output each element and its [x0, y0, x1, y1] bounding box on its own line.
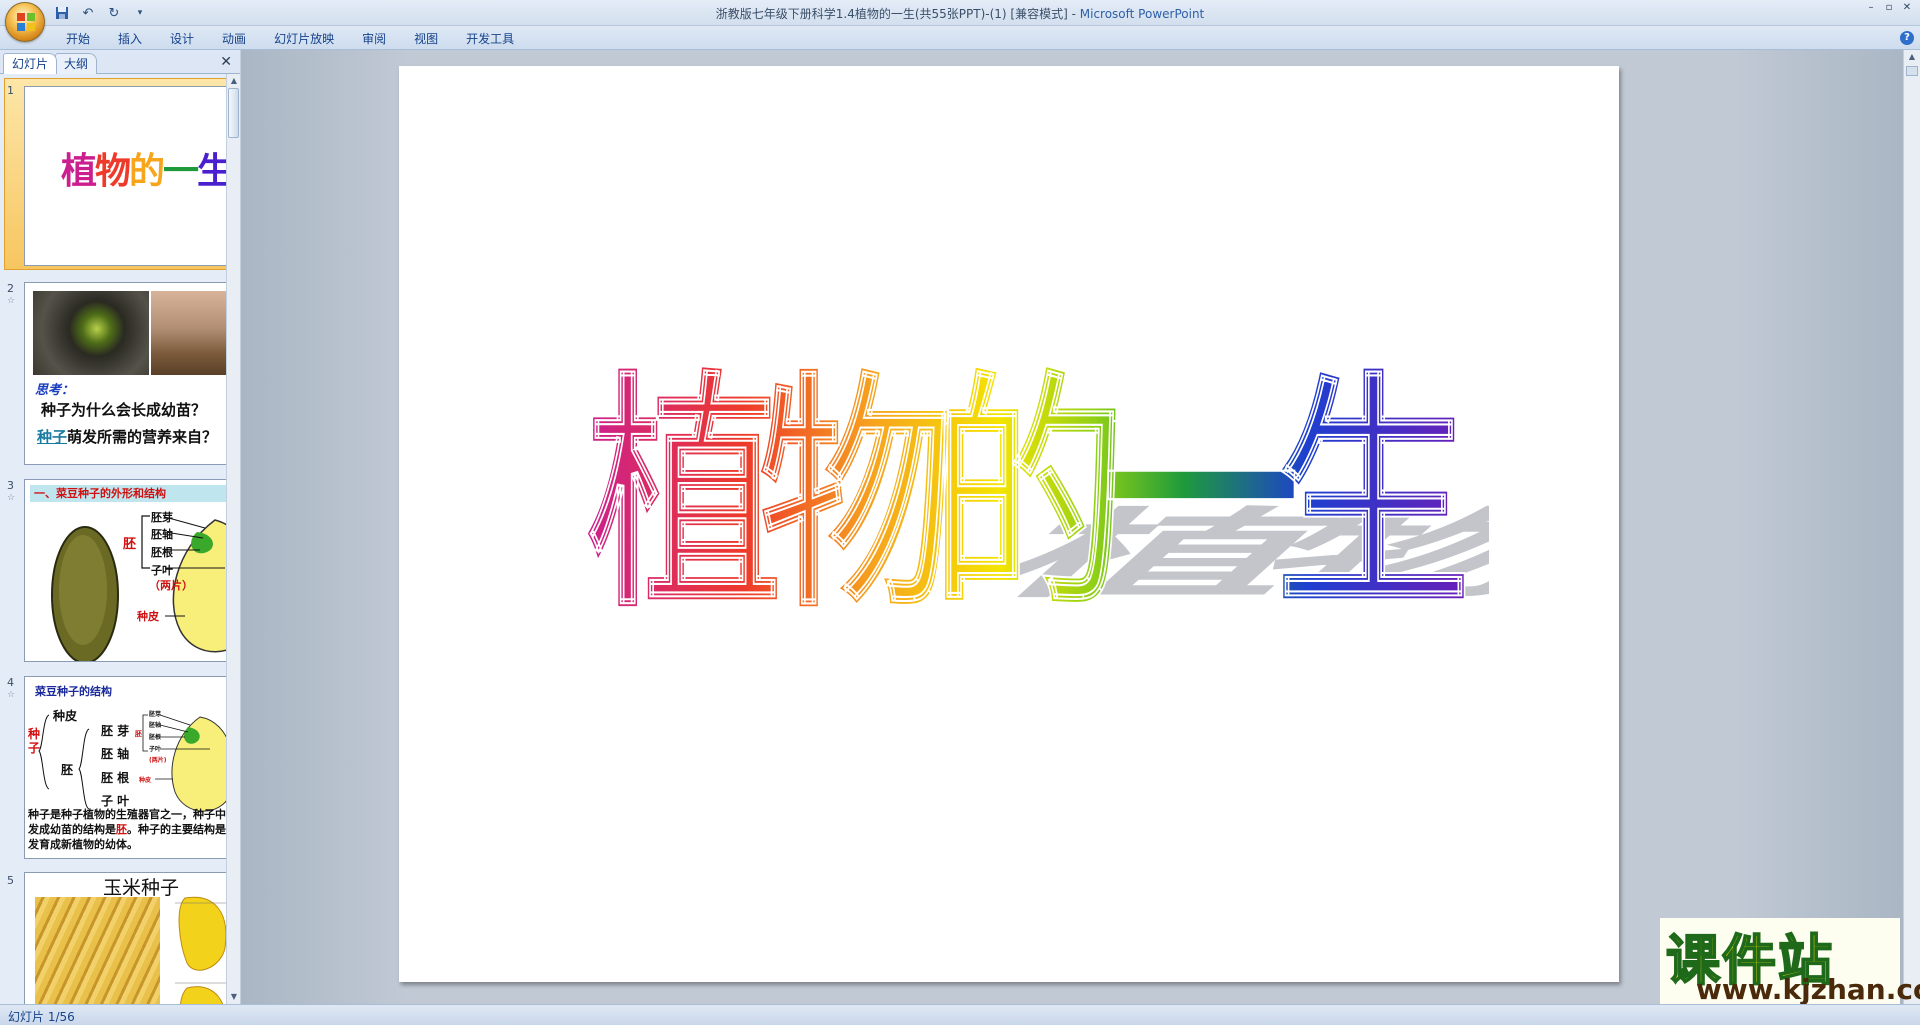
- label-two-pieces: （两片）: [149, 579, 193, 592]
- tree-radicle: 胚 根: [101, 771, 130, 785]
- tab-home[interactable]: 开始: [52, 30, 104, 48]
- slide-counter: 幻灯片 1/56: [8, 1010, 75, 1024]
- bean-seed-diagram: [51, 515, 226, 661]
- scroll-up-icon[interactable]: ▲: [1905, 50, 1919, 64]
- mini-label-seed-coat: 种皮: [139, 777, 152, 784]
- scroll-down-icon[interactable]: ▼: [227, 990, 241, 1004]
- tab-slideshow[interactable]: 幻灯片放映: [260, 30, 348, 48]
- ribbon-tab-bar: 开始 插入 设计 动画 幻灯片放映 审阅 视图 开发工具 ?: [0, 26, 1920, 50]
- slide-thumbnail-4[interactable]: 菜豆种子的结构 种子 种皮 胚 胚 芽 胚 轴 胚 根 子 叶 胚芽 胚轴 胚根…: [24, 676, 226, 859]
- slide-thumbnail-3[interactable]: 一、菜豆种子的外形和结构 胚芽 胚轴 胚根 子叶 （两片） 胚 种皮: [24, 479, 226, 662]
- app-name: Microsoft PowerPoint: [1079, 7, 1205, 21]
- label-embryo: 胚: [123, 537, 137, 552]
- thumb-4-text: 种子是种子植物的生殖器官之一，种子中将来萌发成幼苗的结构是胚。种子的主要结构是胚…: [28, 808, 226, 851]
- slide-number: 5: [7, 874, 14, 887]
- watermark-url: www.kjzhan.com: [1696, 973, 1920, 1006]
- animation-star-icon: ☆: [7, 296, 16, 306]
- corn-kernel-diagram: [175, 896, 226, 1004]
- label-plumule: 胚芽: [151, 511, 173, 524]
- label-radicle: 胚根: [151, 546, 173, 559]
- document-title: 浙教版七年级下册科学1.4植物的一生(共55张PPT)-(1) [兼容模式] -: [715, 7, 1080, 21]
- thumb-2-line2: 种子萌发所需的营养来自？: [37, 428, 218, 446]
- animation-star-icon: ☆: [7, 690, 16, 700]
- office-logo-icon: [17, 13, 35, 31]
- thumb-5-heading: 玉米种子: [103, 877, 180, 899]
- label-cotyledon: 子叶: [151, 564, 173, 577]
- tab-slides[interactable]: 幻灯片: [3, 53, 58, 74]
- slide-thumbnail-5[interactable]: 玉米种子: [24, 872, 226, 1004]
- tree-plumule: 胚 芽: [101, 724, 130, 738]
- thumb-2-line1: 种子为什么会长成幼苗？: [41, 401, 207, 419]
- slide-thumbnail-2[interactable]: 思考： 种子为什么会长成幼苗？ 种子萌发所需的营养来自？: [24, 282, 226, 465]
- close-pane-icon[interactable]: ✕: [220, 54, 232, 70]
- animation-star-icon: ☆: [7, 493, 16, 503]
- tab-review[interactable]: 审阅: [348, 30, 400, 48]
- mini-label-embryo: 胚: [135, 730, 142, 738]
- window-controls: – ▫ ✕: [1864, 2, 1914, 14]
- mini-label-two-pieces: (两片): [149, 757, 167, 764]
- current-slide[interactable]: 植物的一生 植物的一生: [399, 66, 1619, 982]
- slide-number: 3: [7, 479, 14, 492]
- mini-label-radicle: 胚根: [149, 734, 162, 741]
- slides-pane: 幻灯片 大纲 ✕ 1 植物的一生 2 ☆ 思考： 种子为什么会长成幼苗？ 种子萌…: [0, 50, 240, 1004]
- tab-developer[interactable]: 开发工具: [452, 30, 528, 48]
- mini-label-plumule: 胚芽: [149, 711, 162, 718]
- office-button[interactable]: [5, 2, 45, 42]
- tree-root-seed: 种子: [28, 727, 41, 755]
- tree-hypocotyl: 胚 轴: [101, 747, 130, 761]
- tree-seed-coat: 种皮: [53, 709, 78, 723]
- tab-insert[interactable]: 插入: [104, 30, 156, 48]
- wordart-title[interactable]: 植物的一生 植物的一生: [549, 326, 1489, 646]
- scrollbar-thumb[interactable]: [1906, 66, 1918, 76]
- status-bar: 幻灯片 1/56: [0, 1004, 1920, 1025]
- minimize-icon[interactable]: –: [1864, 2, 1878, 14]
- scroll-up-icon[interactable]: ▲: [227, 74, 241, 88]
- seedling-photo: [151, 291, 226, 375]
- wordart-title-text: 植物的一生: [586, 350, 1465, 643]
- scrollbar-thumb[interactable]: [228, 88, 239, 138]
- tree-embryo: 胚: [61, 763, 74, 777]
- title-bar: ↶ ↻ ▾ 浙教版七年级下册科学1.4植物的一生(共55张PPT)-(1) [兼…: [0, 0, 1920, 26]
- tab-design[interactable]: 设计: [156, 30, 208, 48]
- slide-thumbnail-1[interactable]: 植物的一生: [24, 86, 226, 266]
- close-icon[interactable]: ✕: [1900, 2, 1914, 14]
- corn-cob-photo: [35, 897, 160, 1004]
- slide-number: 4: [7, 676, 14, 689]
- maximize-icon[interactable]: ▫: [1882, 2, 1896, 14]
- thumb-2-heading: 思考：: [35, 383, 75, 398]
- thumbnail-list: 1 植物的一生 2 ☆ 思考： 种子为什么会长成幼苗？ 种子萌发所需的营养来自？…: [0, 74, 226, 1004]
- thumb-1-title: 植物的一生: [60, 151, 226, 192]
- help-icon[interactable]: ?: [1900, 31, 1914, 45]
- label-hypocotyl: 胚轴: [151, 528, 173, 541]
- slide-number: 2: [7, 282, 14, 295]
- pane-tabs: 幻灯片 大纲 ✕: [0, 50, 240, 74]
- site-watermark: 课件站 www.kjzhan.com: [1660, 918, 1920, 1006]
- window-title: 浙教版七年级下册科学1.4植物的一生(共55张PPT)-(1) [兼容模式] -…: [0, 5, 1920, 22]
- label-seed-coat: 种皮: [137, 610, 159, 623]
- tab-outline[interactable]: 大纲: [55, 53, 98, 74]
- mini-label-hypocotyl: 胚轴: [149, 722, 162, 729]
- thumbnail-scrollbar[interactable]: ▲ ▼: [226, 74, 240, 1004]
- slide-editor: 植物的一生 植物的一生: [241, 50, 1903, 1004]
- mini-label-cotyledon: 子叶: [149, 746, 162, 753]
- tab-view[interactable]: 视图: [400, 30, 452, 48]
- seed-sprout-photo: [33, 291, 149, 375]
- slide-number: 1: [7, 84, 14, 97]
- main-scrollbar[interactable]: ▲: [1903, 50, 1920, 1004]
- tab-animations[interactable]: 动画: [208, 30, 260, 48]
